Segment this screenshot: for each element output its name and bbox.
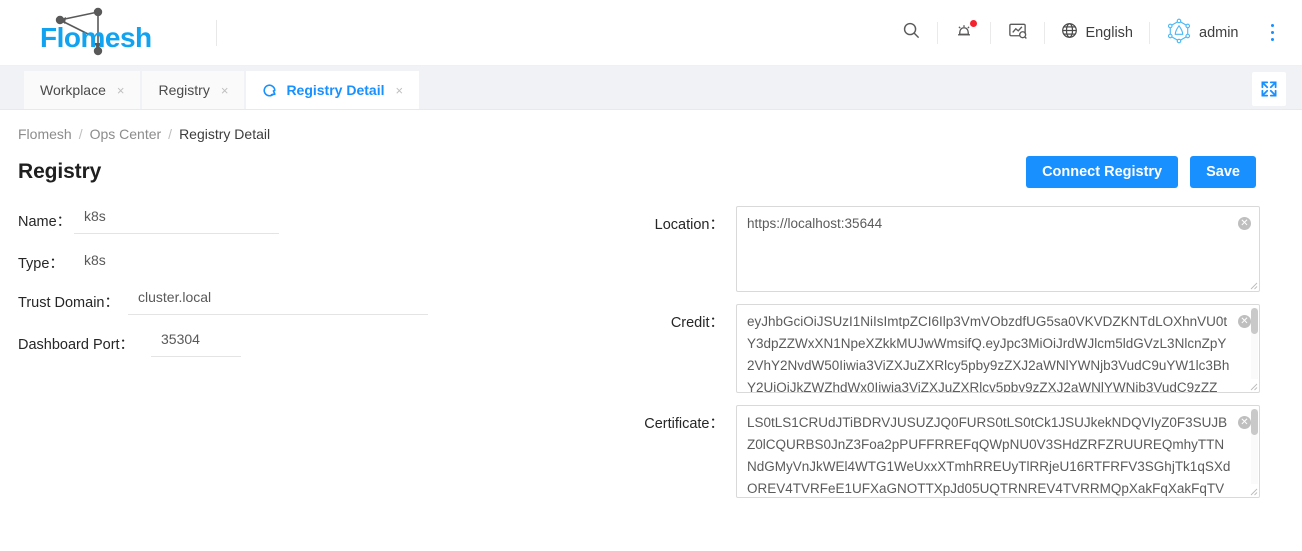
monitor-button[interactable] xyxy=(991,13,1044,53)
page-title: Registry xyxy=(18,160,102,183)
user-menu[interactable]: admin xyxy=(1150,13,1255,53)
trust-domain-label: Trust Domain： xyxy=(18,295,119,311)
credit-scrollbar-thumb[interactable] xyxy=(1251,308,1258,334)
clear-circle-icon[interactable]: ✕ xyxy=(1238,315,1251,328)
brand-divider xyxy=(216,19,217,46)
dashboard-port-label: Dashboard Port： xyxy=(18,337,135,353)
clear-circle-icon[interactable]: ✕ xyxy=(1238,416,1251,429)
tab-workplace[interactable]: Workplace × xyxy=(24,71,141,109)
breadcrumb-separator: / xyxy=(78,126,83,142)
field-trust-domain: Trust Domain： cluster.local xyxy=(18,287,640,315)
save-button[interactable]: Save xyxy=(1190,156,1256,188)
type-label: Type： xyxy=(18,256,64,272)
alerts-button[interactable] xyxy=(938,13,990,53)
search-button[interactable] xyxy=(886,13,937,53)
field-certificate: Certificate： LS0tLS1CRUdJTiBDRVJUSUZJQ0F… xyxy=(640,405,1260,498)
app-header: Flomesh English admin xyxy=(0,0,1302,66)
tab-label: Registry xyxy=(158,82,210,98)
header-actions: English admin xyxy=(886,13,1284,53)
tab-label: Workplace xyxy=(40,82,106,98)
search-icon xyxy=(902,21,921,44)
tab-close-icon[interactable]: × xyxy=(221,84,229,97)
username-label: admin xyxy=(1199,24,1239,41)
connect-registry-button[interactable]: Connect Registry xyxy=(1026,156,1179,188)
credit-wrap: eyJhbGciOiJSUzI1NiIsImtpZCI6Ilp3VmVObzdf… xyxy=(736,304,1260,393)
flomesh-logo-icon[interactable]: Flomesh xyxy=(20,5,210,61)
clear-circle-icon[interactable]: ✕ xyxy=(1238,217,1251,230)
certificate-scrollbar-thumb[interactable] xyxy=(1251,409,1258,435)
more-vertical-icon[interactable] xyxy=(1255,23,1285,42)
dashboard-port-input[interactable]: 35304 xyxy=(151,329,241,357)
location-textarea[interactable]: https://localhost:35644 xyxy=(736,206,1260,292)
breadcrumb-item-ops-center[interactable]: Ops Center xyxy=(90,126,162,142)
credit-textarea[interactable]: eyJhbGciOiJSUzI1NiIsImtpZCI6Ilp3VmVObzdf… xyxy=(736,304,1260,393)
name-input[interactable]: k8s xyxy=(74,206,279,234)
language-label: English xyxy=(1085,24,1133,41)
tab-close-icon[interactable]: × xyxy=(117,84,125,97)
tab-registry[interactable]: Registry × xyxy=(142,71,245,109)
tab-bar: Workplace × Registry × Registry Detail × xyxy=(0,66,1302,110)
language-selector[interactable]: English xyxy=(1045,13,1149,53)
breadcrumb: Flomesh / Ops Center / Registry Detail xyxy=(0,110,1302,142)
type-value: k8s xyxy=(84,252,106,268)
svg-text:Flomesh: Flomesh xyxy=(40,22,152,53)
globe-icon xyxy=(1061,22,1078,43)
field-type: Type： k8s xyxy=(18,248,640,273)
certificate-wrap: LS0tLS1CRUdJTiBDRVJUSUZJQ0FURS0tLS0tCk1J… xyxy=(736,405,1260,498)
tab-registry-detail[interactable]: Registry Detail × xyxy=(246,71,420,109)
location-label: Location： xyxy=(654,217,724,233)
refresh-spinner-icon xyxy=(262,83,277,98)
brand: Flomesh xyxy=(20,5,217,61)
field-dashboard-port: Dashboard Port： 35304 xyxy=(18,329,640,357)
tab-close-icon[interactable]: × xyxy=(395,84,403,97)
page-title-row: Registry Connect Registry Save xyxy=(0,142,1302,188)
breadcrumb-separator: / xyxy=(168,126,173,142)
form-right-column: Location： https://localhost:35644 ✕ Cred… xyxy=(640,206,1302,510)
breadcrumb-item-flomesh[interactable]: Flomesh xyxy=(18,126,72,142)
expand-arrows-icon[interactable] xyxy=(1252,72,1286,106)
field-location: Location： https://localhost:35644 ✕ xyxy=(640,206,1260,292)
field-name: Name： k8s xyxy=(18,206,640,234)
trust-domain-input[interactable]: cluster.local xyxy=(128,287,428,315)
registry-form: Name： k8s Type： k8s Trust Domain： cluste… xyxy=(0,188,1302,510)
monitor-chart-icon xyxy=(1007,20,1028,45)
page-content: Flomesh / Ops Center / Registry Detail R… xyxy=(0,110,1302,551)
certificate-textarea[interactable]: LS0tLS1CRUdJTiBDRVJUSUZJQ0FURS0tLS0tCk1J… xyxy=(736,405,1260,498)
breadcrumb-item-registry-detail: Registry Detail xyxy=(179,126,271,142)
mesh-node-avatar-icon xyxy=(1166,18,1192,48)
credit-label: Credit： xyxy=(670,315,724,331)
certificate-label: Certificate： xyxy=(644,416,724,432)
alert-badge-dot xyxy=(970,19,978,27)
location-wrap: https://localhost:35644 ✕ xyxy=(736,206,1260,292)
form-left-column: Name： k8s Type： k8s Trust Domain： cluste… xyxy=(0,206,640,510)
tab-label: Registry Detail xyxy=(286,82,385,98)
name-label: Name： xyxy=(18,214,72,230)
field-credit: Credit： eyJhbGciOiJSUzI1NiIsImtpZCI6Ilp3… xyxy=(640,304,1260,393)
page-actions: Connect Registry Save xyxy=(1026,156,1256,188)
